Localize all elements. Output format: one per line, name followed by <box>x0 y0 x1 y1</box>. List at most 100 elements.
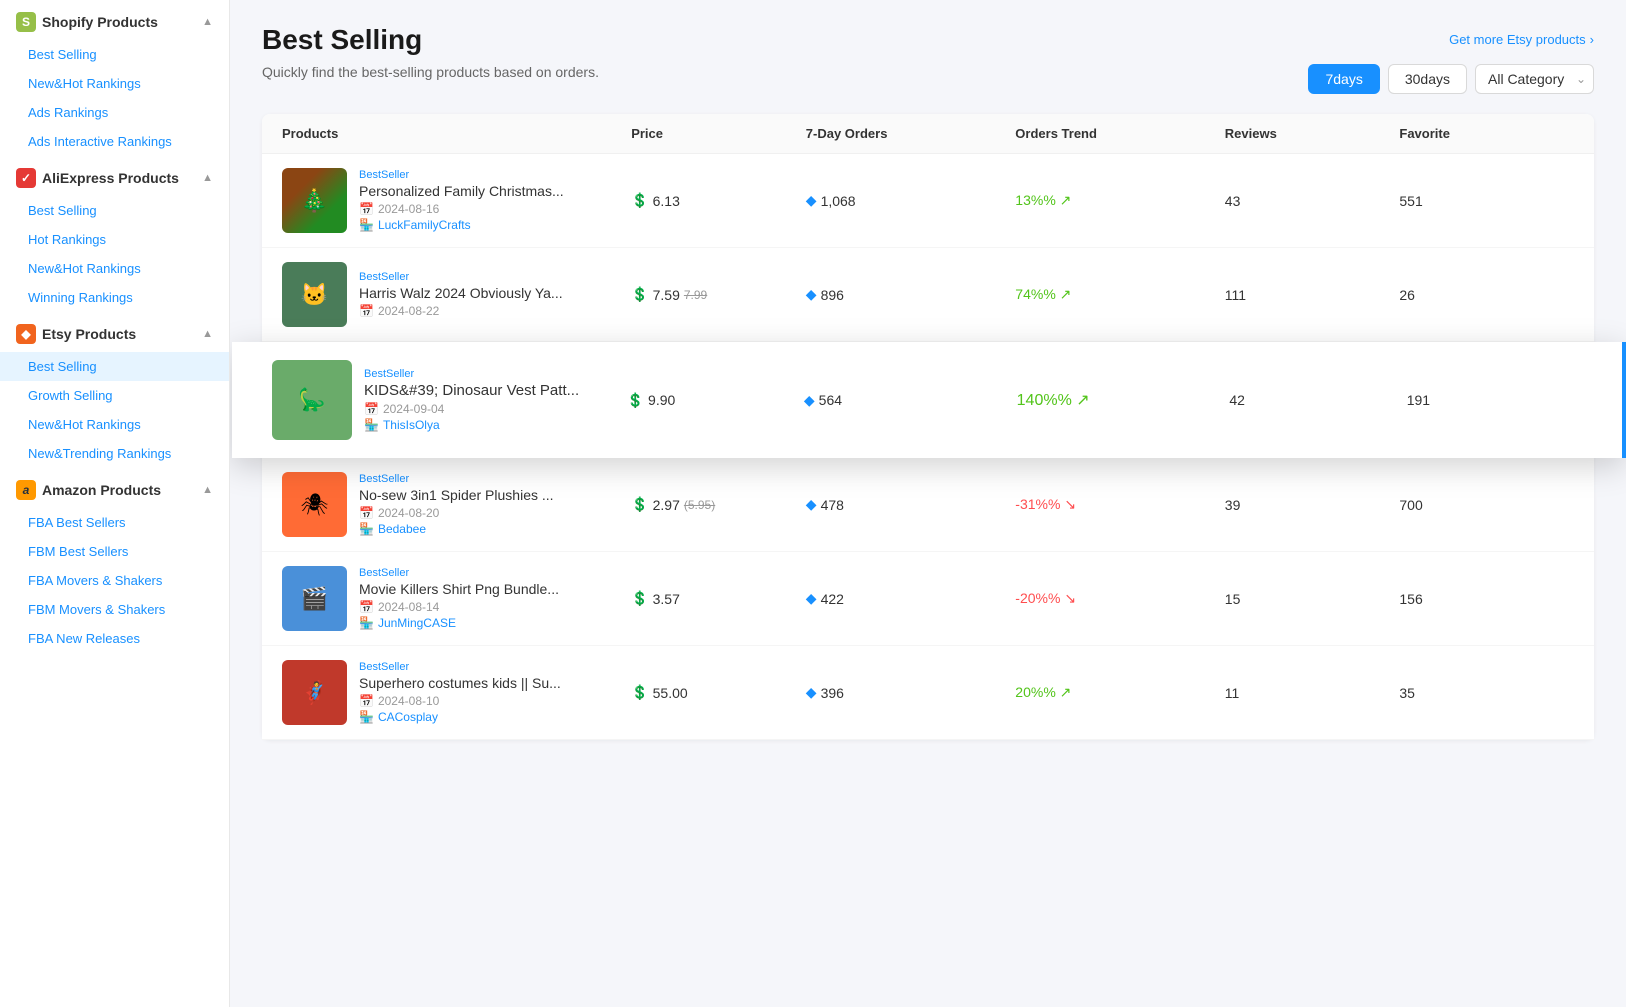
product-image: 🦸 <box>282 660 347 725</box>
sidebar: S Shopify Products ▲ Best Selling New&Ho… <box>0 0 230 1007</box>
product-name: Personalized Family Christmas... <box>359 183 631 199</box>
category-select-wrapper: All Category <box>1475 64 1594 94</box>
sidebar-item-amazon-fbm-movers[interactable]: FBM Movers & Shakers <box>0 595 229 624</box>
table-row[interactable]: 🎄 BestSeller Personalized Family Christm… <box>262 154 1594 248</box>
orders-icon: ◆ <box>806 192 817 209</box>
sidebar-item-amazon-fba-best[interactable]: FBA Best Sellers <box>0 508 229 537</box>
product-image: 🕷 <box>282 472 347 537</box>
sidebar-item-amazon-fbm-best[interactable]: FBM Best Sellers <box>0 537 229 566</box>
favorite-cell: 191 <box>1407 392 1584 408</box>
product-info: BestSeller Personalized Family Christmas… <box>359 169 631 232</box>
orders-cell: ◆ 564 <box>804 392 1017 409</box>
sidebar-item-amazon-fba-movers[interactable]: FBA Movers & Shakers <box>0 566 229 595</box>
product-cell: 🦸 BestSeller Superhero costumes kids || … <box>282 660 631 725</box>
col-header-favorite: Favorite <box>1399 126 1574 141</box>
orders-cell: ◆ 478 <box>806 496 1016 513</box>
product-info: BestSeller Movie Killers Shirt Png Bundl… <box>359 567 631 630</box>
amazon-section-header[interactable]: a Amazon Products ▲ <box>0 468 229 508</box>
store-icon: 🏪 <box>359 218 374 232</box>
sidebar-item-etsy-new-trending[interactable]: New&Trending Rankings <box>0 439 229 468</box>
main-content: Best Selling Get more Etsy products › Qu… <box>230 0 1626 1007</box>
price-cell: 💲 9.90 <box>627 392 804 409</box>
table-header: Products Price 7-Day Orders Orders Trend… <box>262 114 1594 154</box>
category-select[interactable]: All Category <box>1475 64 1594 94</box>
etsy-icon: ◆ <box>16 324 36 344</box>
reviews-cell: 43 <box>1225 193 1400 209</box>
etsy-section-header[interactable]: ◆ Etsy Products ▲ <box>0 312 229 352</box>
sidebar-item-ali-hot-rankings[interactable]: Hot Rankings <box>0 225 229 254</box>
favorite-cell: 551 <box>1399 193 1574 209</box>
aliexpress-section-header[interactable]: ✓ AliExpress Products ▲ <box>0 156 229 196</box>
product-cell: 🕷 BestSeller No-sew 3in1 Spider Plushies… <box>282 472 631 537</box>
sidebar-item-ali-winning[interactable]: Winning Rankings <box>0 283 229 312</box>
product-date: 📅 2024-08-16 <box>359 202 631 216</box>
trend-cell: 140%% ↗ <box>1017 390 1230 410</box>
reviews-cell: 111 <box>1225 287 1400 303</box>
product-seller[interactable]: 🏪 LuckFamilyCrafts <box>359 218 631 232</box>
aliexpress-icon: ✓ <box>16 168 36 188</box>
bestseller-badge: BestSeller <box>359 169 631 181</box>
table-row[interactable]: 🐱 BestSeller Harris Walz 2024 Obviously … <box>262 248 1594 342</box>
store-icon: 🏪 <box>359 522 374 536</box>
table-row[interactable]: 🎬 BestSeller Movie Killers Shirt Png Bun… <box>262 552 1594 646</box>
product-name: Superhero costumes kids || Su... <box>359 675 631 691</box>
page-title: Best Selling <box>262 24 422 56</box>
sidebar-item-shopify-ads-rankings[interactable]: Ads Rankings <box>0 98 229 127</box>
product-seller[interactable]: 🏪 Bedabee <box>359 522 631 536</box>
favorite-cell: 700 <box>1399 497 1574 513</box>
page-header: Best Selling Get more Etsy products › <box>262 24 1594 56</box>
filter-7days-button[interactable]: 7days <box>1308 64 1379 94</box>
product-info: BestSeller KIDS&#39; Dinosaur Vest Patt.… <box>364 368 627 432</box>
reviews-cell: 15 <box>1225 591 1400 607</box>
price-cell: 💲 55.00 <box>631 684 806 701</box>
orders-cell: ◆ 896 <box>806 286 1016 303</box>
shopify-icon: S <box>16 12 36 32</box>
orders-icon: ◆ <box>806 590 817 607</box>
bestseller-badge: BestSeller <box>359 473 631 485</box>
product-name: Movie Killers Shirt Png Bundle... <box>359 581 631 597</box>
sidebar-item-shopify-ads-interactive[interactable]: Ads Interactive Rankings <box>0 127 229 156</box>
col-header-trend: Orders Trend <box>1015 126 1225 141</box>
sidebar-item-amazon-fba-releases[interactable]: FBA New Releases <box>0 624 229 653</box>
sidebar-item-ali-new-hot[interactable]: New&Hot Rankings <box>0 254 229 283</box>
col-header-orders: 7-Day Orders <box>806 126 1016 141</box>
sidebar-item-shopify-best-selling[interactable]: Best Selling <box>0 40 229 69</box>
sidebar-item-etsy-new-hot[interactable]: New&Hot Rankings <box>0 410 229 439</box>
calendar-icon: 📅 <box>359 304 374 318</box>
sidebar-item-shopify-new-hot[interactable]: New&Hot Rankings <box>0 69 229 98</box>
product-date: 📅 2024-09-04 <box>364 402 627 416</box>
product-name: KIDS&#39; Dinosaur Vest Patt... <box>364 382 627 399</box>
calendar-icon: 📅 <box>364 402 379 416</box>
products-table: Products Price 7-Day Orders Orders Trend… <box>262 114 1594 740</box>
col-header-reviews: Reviews <box>1225 126 1400 141</box>
calendar-icon: 📅 <box>359 694 374 708</box>
price-icon: 💲 <box>631 684 648 701</box>
table-row[interactable]: 🕷 BestSeller No-sew 3in1 Spider Plushies… <box>262 458 1594 552</box>
product-seller[interactable]: 🏪 ThisIsOlya <box>364 418 627 432</box>
price-icon: 💲 <box>631 192 648 209</box>
table-row[interactable]: 🦸 BestSeller Superhero costumes kids || … <box>262 646 1594 740</box>
highlight-accent-bar <box>1622 342 1626 458</box>
product-info: BestSeller No-sew 3in1 Spider Plushies .… <box>359 473 631 536</box>
product-date: 📅 2024-08-20 <box>359 506 631 520</box>
etsy-more-link[interactable]: Get more Etsy products › <box>1449 32 1594 47</box>
product-seller[interactable]: 🏪 CACosplay <box>359 710 631 724</box>
product-seller[interactable]: 🏪 JunMingCASE <box>359 616 631 630</box>
orders-cell: ◆ 396 <box>806 684 1016 701</box>
trend-cell: 20%% ↗ <box>1015 684 1225 701</box>
sidebar-item-etsy-best-selling[interactable]: Best Selling <box>0 352 229 381</box>
bestseller-badge: BestSeller <box>359 271 631 283</box>
shopify-section-header[interactable]: S Shopify Products ▲ <box>0 0 229 40</box>
favorite-cell: 35 <box>1399 685 1574 701</box>
trend-cell: -20%% ↘ <box>1015 590 1225 607</box>
table-row-highlighted[interactable]: 🦕 BestSeller KIDS&#39; Dinosaur Vest Pat… <box>232 342 1624 458</box>
sidebar-item-ali-best-selling[interactable]: Best Selling <box>0 196 229 225</box>
product-date: 📅 2024-08-22 <box>359 304 631 318</box>
orders-icon: ◆ <box>804 392 815 409</box>
calendar-icon: 📅 <box>359 600 374 614</box>
price-original: (5.95) <box>684 498 715 512</box>
orders-icon: ◆ <box>806 286 817 303</box>
product-image: 🦕 <box>272 360 352 440</box>
filter-30days-button[interactable]: 30days <box>1388 64 1467 94</box>
sidebar-item-etsy-growth-selling[interactable]: Growth Selling <box>0 381 229 410</box>
